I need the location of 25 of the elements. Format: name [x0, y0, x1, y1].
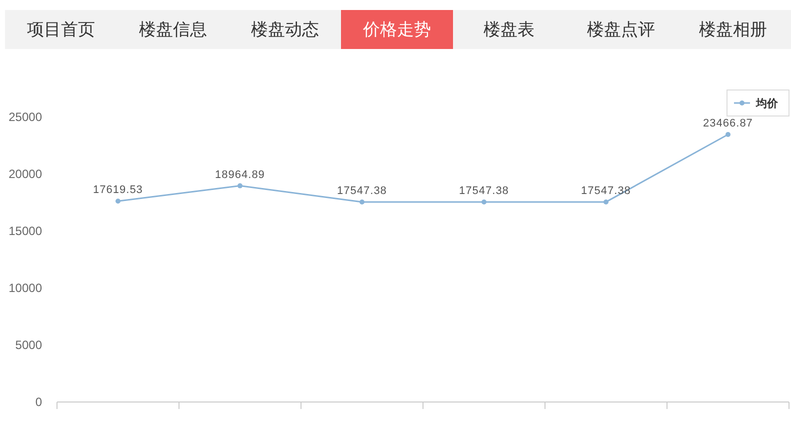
tab[interactable]: 楼盘表	[453, 10, 565, 49]
data-point	[116, 198, 120, 204]
data-label: 23466.87	[703, 117, 753, 130]
legend-label: 均价	[755, 97, 779, 110]
y-tick-label: 10000	[8, 281, 42, 295]
y-tick-label: 25000	[8, 110, 42, 124]
y-tick-label: 5000	[15, 338, 42, 352]
data-point	[238, 183, 242, 188]
tab[interactable]: 楼盘相册	[677, 10, 789, 49]
tab[interactable]: 项目首页	[5, 10, 117, 49]
y-tick-label: 0	[35, 395, 42, 409]
data-label: 17547.38	[459, 184, 509, 197]
data-label: 17619.53	[93, 184, 143, 196]
data-label: 17547.38	[337, 184, 387, 197]
data-point	[360, 199, 364, 204]
data-label: 18964.89	[215, 168, 265, 181]
legend: 均价	[726, 90, 790, 116]
tab[interactable]: 楼盘动态	[229, 10, 341, 49]
y-tick-label: 15000	[8, 224, 42, 238]
tab[interactable]: 楼盘点评	[565, 10, 677, 49]
data-point	[604, 199, 608, 204]
tab[interactable]: 楼盘信息	[117, 10, 229, 49]
data-point	[726, 132, 730, 137]
y-tick-label: 20000	[8, 167, 42, 181]
data-point	[482, 199, 486, 204]
